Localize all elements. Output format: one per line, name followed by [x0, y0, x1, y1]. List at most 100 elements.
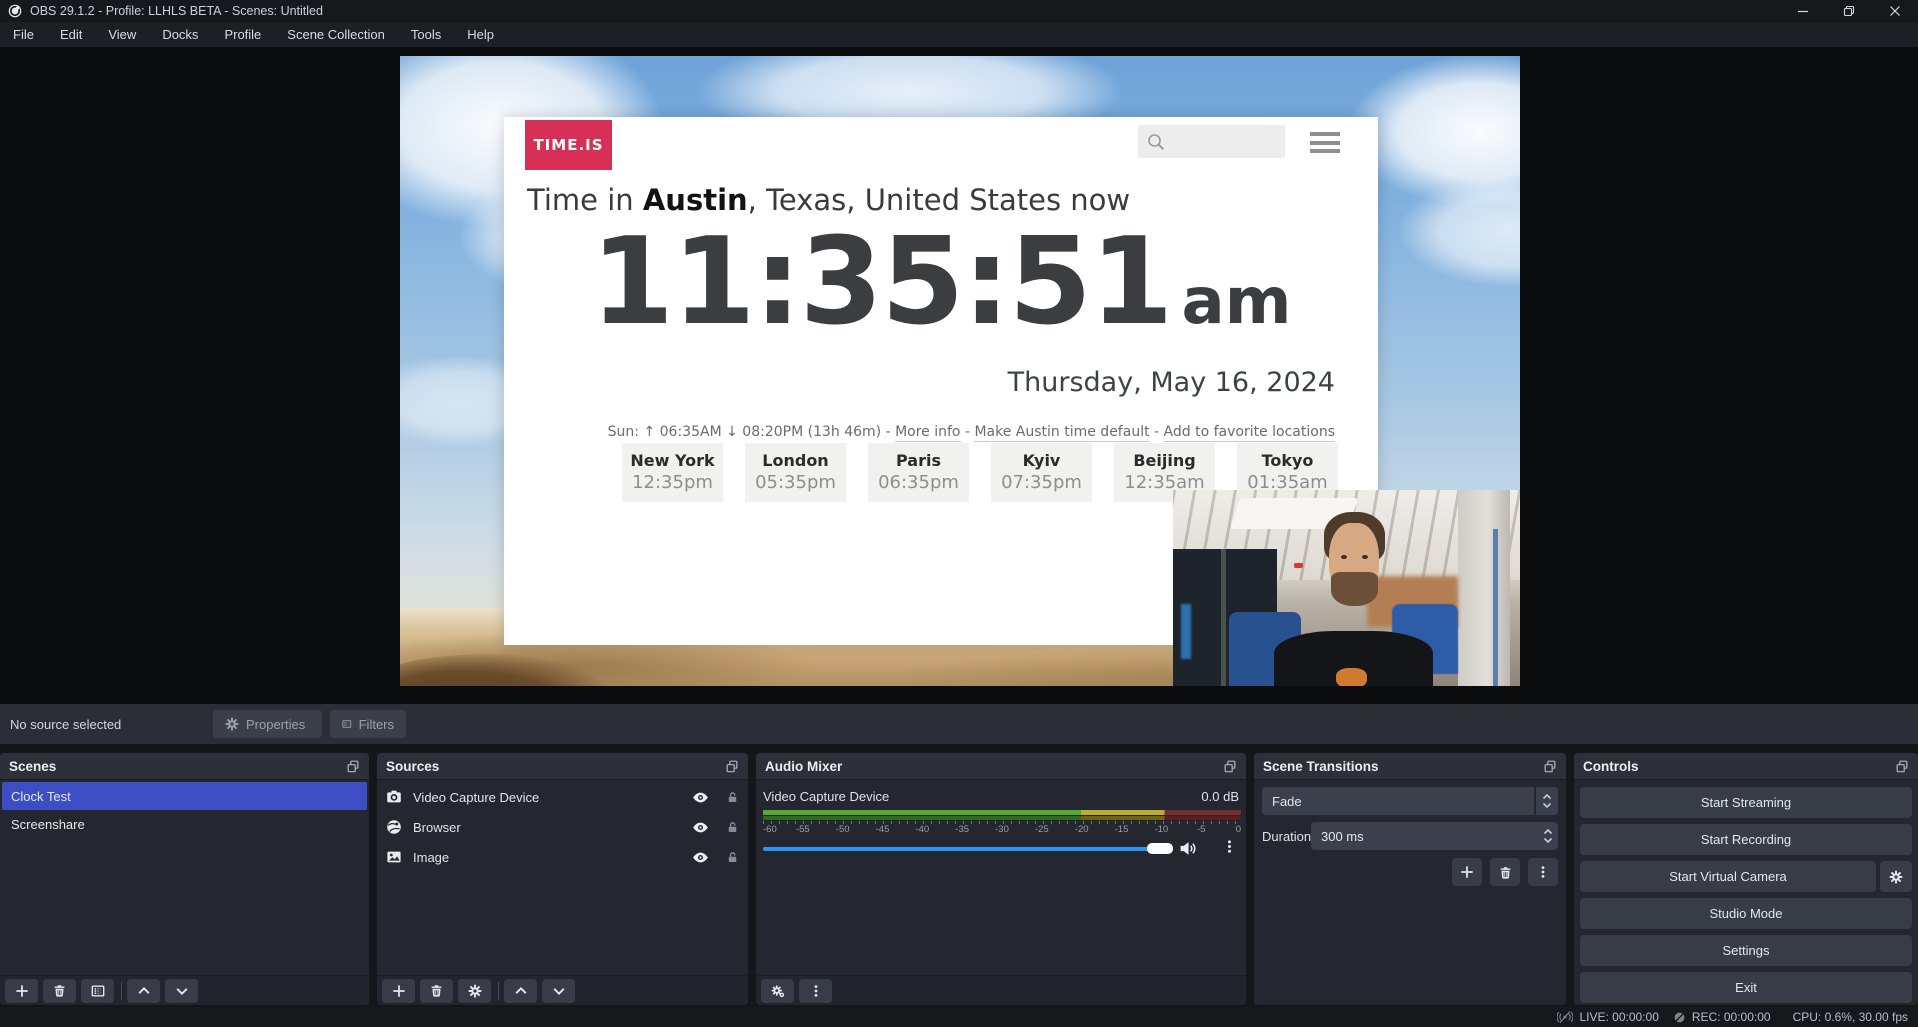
scene-transitions-panel: Scene Transitions Fade Duration 300 ms — [1254, 753, 1566, 1005]
source-properties-button[interactable] — [458, 979, 491, 1003]
spinner-arrows-icon[interactable] — [1538, 827, 1558, 845]
volume-slider-track[interactable] — [763, 847, 1157, 851]
scene-item-screenshare[interactable]: Screenshare — [2, 810, 367, 838]
remove-transition-button[interactable] — [1490, 858, 1520, 886]
mixer-channel-name: Video Capture Device — [763, 789, 889, 804]
menu-edit[interactable]: Edit — [47, 22, 95, 47]
kebab-icon — [1536, 865, 1550, 879]
duration-input[interactable]: 300 ms — [1311, 822, 1558, 850]
filter-icon — [342, 717, 352, 731]
city-box: London05:35pm — [745, 443, 846, 502]
hamburger-menu-icon — [1310, 132, 1340, 153]
city-box: Kyiv07:35pm — [991, 443, 1092, 502]
start-virtual-camera-button[interactable]: Start Virtual Camera — [1580, 861, 1876, 892]
source-item-browser[interactable]: Browser — [377, 812, 748, 842]
kebab-icon — [809, 984, 823, 998]
gear-icon — [1889, 870, 1903, 884]
lock-icon[interactable] — [726, 791, 739, 804]
menu-docks[interactable]: Docks — [149, 22, 211, 47]
start-streaming-button[interactable]: Start Streaming — [1580, 787, 1912, 818]
menu-view[interactable]: View — [95, 22, 149, 47]
move-scene-up-button[interactable] — [127, 979, 160, 1003]
scene-filters-button[interactable] — [81, 979, 114, 1003]
add-transition-button[interactable] — [1452, 858, 1482, 886]
cpu-fps-stats: CPU: 0.6%, 30.00 fps — [1793, 1010, 1908, 1024]
volume-meter — [763, 810, 1241, 815]
menu-file[interactable]: File — [0, 22, 47, 47]
mixer-db-value: 0.0 dB — [1201, 789, 1239, 804]
add-favorite-link: Add to favorite locations — [1164, 424, 1335, 442]
eye-icon[interactable] — [692, 789, 709, 806]
source-toolbar: No source selected Properties Filters — [0, 704, 1918, 744]
person-eye — [1362, 555, 1368, 559]
gear-icon — [468, 984, 482, 998]
obs-window: OBS 29.1.2 - Profile: LLHLS BETA - Scene… — [0, 0, 1918, 1027]
title-bar: OBS 29.1.2 - Profile: LLHLS BETA - Scene… — [0, 0, 1918, 22]
lock-icon[interactable] — [726, 821, 739, 834]
globe-icon — [386, 819, 404, 835]
filters-button[interactable]: Filters — [330, 710, 406, 738]
minimize-button[interactable] — [1780, 0, 1826, 22]
person-eye — [1341, 555, 1347, 559]
pillar — [1458, 490, 1510, 686]
restore-button[interactable] — [1826, 0, 1872, 22]
eye-icon[interactable] — [692, 849, 709, 866]
sources-panel: Sources Video Capture Device Browser — [377, 753, 748, 1005]
add-scene-button[interactable] — [5, 979, 38, 1003]
exit-button[interactable]: Exit — [1580, 972, 1912, 1003]
chevron-down-icon — [552, 984, 566, 998]
menu-bar: File Edit View Docks Profile Scene Colle… — [0, 22, 1918, 47]
source-status-text: No source selected — [10, 717, 121, 732]
image-icon — [386, 849, 404, 865]
add-source-button[interactable] — [382, 979, 415, 1003]
popout-icon — [1895, 759, 1909, 773]
clock-digits: 11:35:51 — [591, 213, 1172, 352]
scenes-title: Scenes — [9, 759, 56, 774]
scenes-panel: Scenes Clock Test Screenshare — [0, 753, 369, 1005]
mixer-menu-button[interactable] — [799, 979, 832, 1003]
exit-sign — [1294, 563, 1303, 568]
settings-button[interactable]: Settings — [1580, 935, 1912, 966]
scene-item-clock-test[interactable]: Clock Test — [2, 782, 367, 810]
source-item-image[interactable]: Image — [377, 842, 748, 872]
timeis-clock: 11:35:51am — [504, 213, 1378, 352]
make-default-link: Make Austin time default — [974, 424, 1149, 442]
clock-ampm: am — [1182, 265, 1292, 339]
timeis-heading: Time in Austin, Texas, United States now — [527, 183, 1130, 217]
menu-profile[interactable]: Profile — [211, 22, 274, 47]
program-preview[interactable]: TIME.IS Time in Austin, Texas, United St… — [400, 56, 1520, 686]
start-recording-button[interactable]: Start Recording — [1580, 824, 1912, 855]
volume-slider-handle[interactable] — [1147, 843, 1173, 854]
mixer-options-icon[interactable] — [1222, 839, 1237, 854]
advanced-audio-button[interactable] — [761, 979, 794, 1003]
menu-scene-collection[interactable]: Scene Collection — [274, 22, 398, 47]
trash-icon — [430, 984, 443, 997]
trash-icon — [1499, 866, 1512, 879]
speaker-icon[interactable] — [1179, 840, 1196, 857]
select-arrows-icon[interactable] — [1534, 787, 1558, 815]
properties-button[interactable]: Properties — [213, 710, 322, 738]
sources-title: Sources — [386, 759, 439, 774]
transition-options-button[interactable] — [1528, 858, 1558, 886]
source-item-video-capture[interactable]: Video Capture Device — [377, 782, 748, 812]
menu-tools[interactable]: Tools — [398, 22, 454, 47]
studio-mode-button[interactable]: Studio Mode — [1580, 898, 1912, 929]
person-beard — [1331, 572, 1378, 605]
filter-icon — [91, 984, 105, 998]
eye-icon[interactable] — [692, 819, 709, 836]
transition-select[interactable]: Fade — [1262, 787, 1558, 815]
remove-source-button[interactable] — [420, 979, 453, 1003]
close-button[interactable] — [1872, 0, 1918, 22]
remove-scene-button[interactable] — [43, 979, 76, 1003]
move-source-down-button[interactable] — [542, 979, 575, 1003]
lock-icon[interactable] — [726, 851, 739, 864]
timeis-date: Thursday, May 16, 2024 — [1008, 367, 1335, 398]
virtual-camera-settings-button[interactable] — [1880, 861, 1912, 892]
popout-icon — [1223, 759, 1237, 773]
move-source-up-button[interactable] — [504, 979, 537, 1003]
cloud — [1400, 176, 1520, 286]
gear-icon — [225, 717, 239, 731]
controls-title: Controls — [1583, 759, 1639, 774]
move-scene-down-button[interactable] — [165, 979, 198, 1003]
menu-help[interactable]: Help — [454, 22, 507, 47]
